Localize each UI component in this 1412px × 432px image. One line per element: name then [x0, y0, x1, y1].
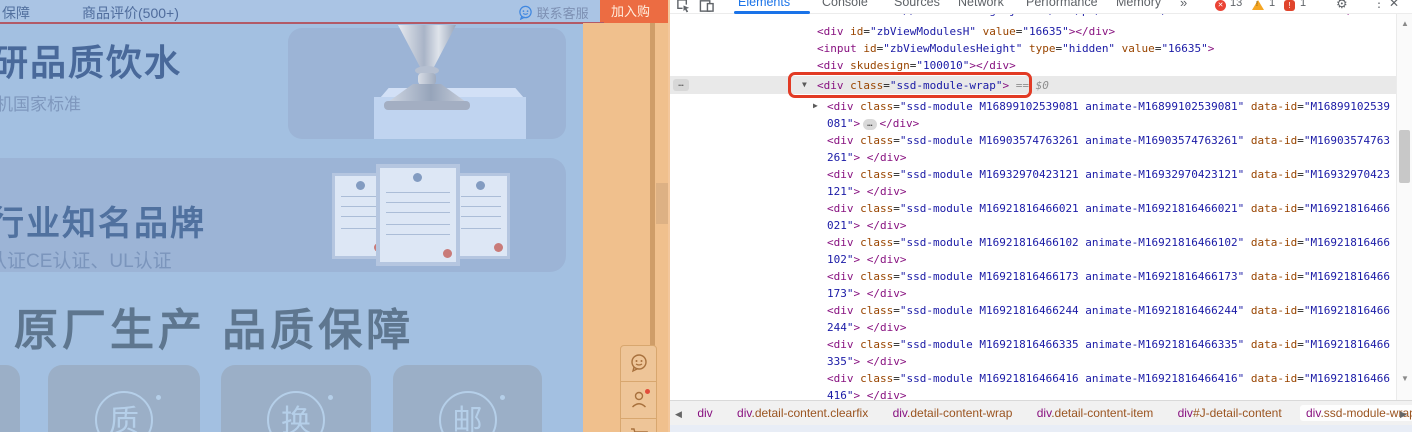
feature-char: 换	[281, 405, 311, 432]
devtools-toolbar: Elements Console Sources Network Perform…	[670, 0, 1412, 14]
product-page: 保障 商品评价(500+) 联系客服 加入购 研品质饮水 机国家标准 行业知名品…	[0, 0, 668, 432]
warning-count[interactable]: 1	[1269, 0, 1275, 9]
notification-dot	[645, 389, 650, 394]
feature-card-partial	[0, 365, 20, 432]
code-line[interactable]: 335"> </div>	[827, 354, 907, 371]
issue-count[interactable]: 1	[1300, 0, 1306, 9]
red-annotation-box	[788, 72, 1032, 98]
screenshot-root: 保障 商品评价(500+) 联系客服 加入购 研品质饮水 机国家标准 行业知名品…	[0, 0, 1412, 432]
code-line[interactable]: <div id="zbViewModulesH" value="16635"><…	[817, 24, 1115, 41]
contact-service-link[interactable]: 联系客服	[518, 3, 589, 22]
gutter-more-icon[interactable]: …	[673, 79, 689, 91]
chat-smiley-icon	[519, 5, 532, 21]
more-tabs-icon[interactable]: »	[1180, 0, 1187, 10]
scroll-down-icon[interactable]: ▼	[1397, 374, 1412, 383]
code-line[interactable]: <div class="ssd-module M16921816466335 a…	[827, 337, 1390, 354]
scrollbar-thumb[interactable]	[1399, 130, 1410, 183]
code-line[interactable]: <div class="ssd-module M16921816466102 a…	[827, 235, 1390, 252]
expand-arrow-icon[interactable]: ▶	[813, 101, 818, 110]
floating-side-toolbar	[620, 345, 657, 432]
tab-network[interactable]: Network	[958, 0, 1004, 9]
float-account-button[interactable]	[620, 382, 657, 419]
tab-console[interactable]: Console	[822, 0, 868, 9]
warning-mark: !	[1256, 1, 1258, 8]
tab-performance[interactable]: Performance	[1026, 0, 1098, 9]
quality-heading: 原厂生产 品质保障	[14, 306, 415, 355]
hero-subtitle: 机国家标准	[0, 95, 81, 114]
trophy-base-slab	[384, 101, 470, 110]
breadcrumb-bar: ◀ div div.detail-content.clearfix div.de…	[670, 400, 1412, 425]
inspect-element-icon[interactable]	[676, 0, 691, 18]
error-count[interactable]: 13	[1230, 0, 1242, 9]
active-tab-underline	[734, 11, 810, 14]
code-line[interactable]: <div class="ssd-module M16932970423121 a…	[827, 167, 1390, 184]
product-tab-bar: 保障 商品评价(500+) 联系客服 加入购	[0, 0, 668, 23]
chat-smiley-icon	[630, 354, 647, 373]
certificate-right	[452, 173, 510, 259]
window-bottom-edge	[670, 425, 1412, 432]
inspect-margin-overlay	[583, 23, 668, 432]
contact-service-label: 联系客服	[536, 6, 589, 21]
settings-gear-icon[interactable]: ⚙	[1336, 0, 1348, 12]
issue-badge-icon[interactable]: !	[1284, 0, 1295, 11]
feature-char: 质	[109, 405, 139, 432]
close-devtools-icon[interactable]: ✕	[1389, 0, 1399, 10]
code-line[interactable]: <div class="ssd-module M16899102539081 a…	[827, 99, 1390, 116]
code-line[interactable]: <div class="ssd-module M16921816466173 a…	[827, 269, 1390, 286]
device-toolbar-icon[interactable]	[699, 0, 714, 18]
elements-tree: <div cssurl="//sku-market-gw.jd.com/css/…	[670, 0, 1396, 400]
devtools-panel: <div cssurl="//sku-market-gw.jd.com/css/…	[670, 0, 1412, 432]
warning-badge-icon[interactable]	[1252, 0, 1264, 10]
code-line[interactable]: 173"> </div>	[827, 286, 907, 303]
header-divider	[0, 22, 604, 24]
crumb-scroll-right-icon[interactable]: ▶	[1400, 409, 1407, 420]
float-cart-button[interactable]	[620, 419, 657, 432]
trophy-knob	[418, 73, 436, 85]
brand-title: 行业知名品牌	[0, 205, 206, 243]
kebab-menu-icon[interactable]: ⋮	[1373, 0, 1385, 10]
page-scrollbar-thumb[interactable]	[656, 183, 668, 224]
breadcrumb-item[interactable]: div.detail-content-wrap	[887, 405, 1019, 421]
breadcrumb-item-selected[interactable]: div.ssd-module-wrap	[1300, 405, 1412, 421]
certificate-center	[376, 164, 460, 266]
scroll-up-icon[interactable]: ▲	[1397, 19, 1412, 28]
float-chat-button[interactable]	[620, 345, 657, 382]
code-line[interactable]: 416"> </div>	[827, 388, 907, 400]
feature-card-exchange: 换	[221, 365, 371, 432]
error-badge-icon[interactable]: ✕	[1215, 0, 1226, 11]
crumb-scroll-left-icon[interactable]: ◀	[675, 409, 682, 420]
code-line[interactable]: <input id="zbViewModulesHeight" type="hi…	[817, 41, 1214, 58]
devtools-scrollbar[interactable]: ▲ ▼	[1396, 14, 1412, 400]
feature-card-quality: 质	[48, 365, 200, 432]
breadcrumb-item[interactable]: div#J-detail-content	[1172, 405, 1288, 421]
code-line[interactable]: 121"> </div>	[827, 184, 907, 201]
tab-memory[interactable]: Memory	[1116, 0, 1161, 9]
code-line[interactable]: 081">… </div>	[827, 116, 919, 133]
code-line[interactable]: 244"> </div>	[827, 320, 907, 337]
tab-elements[interactable]: Elements	[738, 0, 790, 9]
code-line[interactable]: 021"> </div>	[827, 218, 907, 235]
code-line[interactable]: 261"> </div>	[827, 150, 907, 167]
code-line[interactable]: 102"> </div>	[827, 252, 907, 269]
tab-reviews[interactable]: 商品评价(500+)	[82, 3, 179, 23]
feature-char: 邮	[452, 405, 483, 432]
code-line[interactable]: <div class="ssd-module M16903574763261 a…	[827, 133, 1390, 150]
breadcrumb-item[interactable]: div.detail-content.clearfix	[731, 405, 874, 421]
tab-sources[interactable]: Sources	[894, 0, 940, 9]
hero-title: 研品质饮水	[0, 42, 183, 83]
breadcrumb-item[interactable]: div.detail-content-item	[1031, 405, 1160, 421]
feature-card-shipping: 邮	[393, 365, 542, 432]
cart-icon	[630, 428, 648, 432]
add-to-cart-button[interactable]: 加入购	[600, 0, 668, 23]
tab-guarantee[interactable]: 保障	[2, 3, 30, 23]
code-line[interactable]: <div class="ssd-module M16921816466021 a…	[827, 201, 1390, 218]
brand-subtitle: 认证CE认证、UL认证	[0, 251, 172, 272]
breadcrumb-item[interactable]: div	[691, 405, 718, 421]
code-line[interactable]: <div class="ssd-module M16921816466244 a…	[827, 303, 1390, 320]
code-line[interactable]: <div class="ssd-module M16921816466416 a…	[827, 371, 1390, 388]
